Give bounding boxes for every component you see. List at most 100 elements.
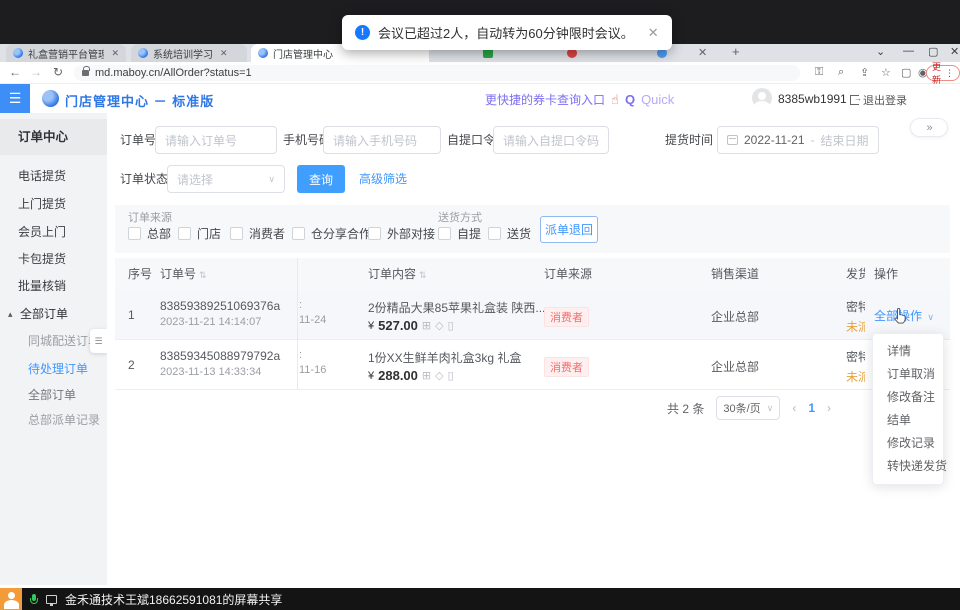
tab-close-icon[interactable]: ✕ <box>698 46 707 59</box>
notification-close-icon[interactable]: ✕ <box>648 25 659 41</box>
sidebar-item-door-pickup[interactable]: 上门提货 <box>0 191 107 218</box>
sidebar-collapse-handle[interactable]: ☰ <box>90 329 107 353</box>
logout-label: 退出登录 <box>863 92 907 108</box>
hamburger-menu-button[interactable]: ☰ <box>0 84 30 113</box>
menu-item-close-order[interactable]: 结单 <box>873 409 943 432</box>
window-minimize-icon[interactable]: — <box>903 45 914 57</box>
checkbox-icon[interactable] <box>488 227 501 240</box>
shipping-status-cell: 密特 未派 <box>846 348 865 385</box>
sidebar-item-card-pickup[interactable]: 卡包提货 <box>0 246 107 273</box>
pickup-time-range-input[interactable]: 2022-11-21 - 结束日期 <box>717 126 879 154</box>
pickup-code-input[interactable]: 请输入自提口令码 <box>493 126 609 154</box>
sidebar-item-pending-orders[interactable]: 待处理订单 <box>0 356 107 382</box>
checkbox-source-warehouse-share[interactable]: 仓分享合作 <box>292 225 371 242</box>
order-amount: 288.00 <box>378 368 418 383</box>
browser-tab-1[interactable]: 礼盒营销平台管理中心 ✕ <box>6 44 126 62</box>
menu-item-cancel-order[interactable]: 订单取消 <box>873 363 943 386</box>
checkbox-source-consumer[interactable]: 消费者 <box>230 225 285 242</box>
currency-symbol: ¥ <box>368 370 374 382</box>
tab-close-icon[interactable]: ✕ <box>111 48 119 59</box>
forward-icon[interactable]: → <box>30 65 42 79</box>
bookmark-star-icon[interactable]: ☆ <box>881 66 891 79</box>
menu-item-edit-remark[interactable]: 修改备注 <box>873 386 943 409</box>
window-close-icon[interactable]: ✕ <box>950 45 959 58</box>
hamburger-icon: ☰ <box>9 90 22 107</box>
zoom-icon[interactable]: ⌕ <box>838 66 844 79</box>
search-button-label: 查询 <box>309 171 333 188</box>
order-no-cell: 83859389251069376a 2023-11-21 14:14:07 <box>160 299 280 328</box>
sort-icon[interactable]: ⇅ <box>419 259 427 291</box>
window-maximize-icon[interactable]: ▢ <box>928 45 938 58</box>
gift-box-icon: ◇ <box>435 369 443 382</box>
coupon-query-link[interactable]: 更快捷的券卡查询入口 <box>485 91 605 108</box>
sidebar-item-all-orders[interactable]: 全部订单 <box>0 382 107 408</box>
chrome-update-button[interactable]: 更新 ⋮ <box>926 65 960 81</box>
url-text: md.maboy.cn/AllOrder?status=1 <box>95 67 252 79</box>
table-row[interactable]: 1 83859389251069376a 2023-11-21 14:14:07… <box>115 290 950 340</box>
browser-tab-2[interactable]: 系统培训学习 ✕ <box>131 44 247 62</box>
page-size-select[interactable]: 30条/页 ∨ <box>716 396 780 420</box>
prev-page-button[interactable]: ‹ <box>792 401 796 415</box>
meeting-notification: ! 会议已超过2人，自动转为60分钟限时会议。 ✕ <box>342 15 672 50</box>
dispatch-return-button[interactable]: 派单退回 <box>540 216 598 243</box>
grid-icon: ⊞ <box>422 319 431 332</box>
table-row[interactable]: 2 83859345088979792a 2023-11-13 14:33:34… <box>115 340 950 390</box>
more-menu-icon[interactable]: ⋮ <box>945 68 954 79</box>
address-bar[interactable]: md.maboy.cn/AllOrder?status=1 <box>74 65 800 81</box>
sidebar-item-phone-pickup[interactable]: 电话提货 <box>0 163 107 190</box>
checkbox-source-hq[interactable]: 总部 <box>128 225 171 242</box>
logout-button[interactable]: 退出登录 <box>850 92 907 108</box>
quick-label[interactable]: Quick <box>641 92 674 107</box>
next-page-button[interactable]: › <box>827 401 831 415</box>
dispatch-return-label: 派单退回 <box>545 221 593 238</box>
quick-search-icon[interactable]: Q <box>625 92 635 107</box>
sidebar-item-member-visit[interactable]: 会员上门 <box>0 219 107 246</box>
order-status-select[interactable]: 请选择 ∨ <box>167 165 285 193</box>
checkbox-source-store[interactable]: 门店 <box>178 225 221 242</box>
checkbox-icon[interactable] <box>178 227 191 240</box>
browser-toolbar: ← → ↻ md.maboy.cn/AllOrder?status=1 ⚿ ⌕ … <box>0 62 960 84</box>
user-avatar[interactable] <box>752 88 772 108</box>
sort-icon[interactable]: ⇅ <box>199 259 207 291</box>
checkbox-source-external[interactable]: 外部对接 <box>368 225 435 242</box>
chevron-down-icon: ∨ <box>927 312 934 322</box>
tab-close-icon[interactable]: ✕ <box>220 48 228 59</box>
sidebar-group-all-orders[interactable]: ▴ 全部订单 <box>0 301 107 328</box>
menu-item-express-ship[interactable]: 转快递发货 <box>873 455 943 478</box>
new-tab-button[interactable]: + <box>732 44 740 59</box>
col-shipping: 发货 <box>846 258 865 290</box>
password-key-icon[interactable]: ⚿ <box>815 66 823 79</box>
menu-item-details[interactable]: 详情 <box>873 340 943 363</box>
phone-input[interactable]: 请输入手机号码 <box>323 126 441 154</box>
site-favicon <box>138 48 148 58</box>
microphone-icon <box>30 594 38 605</box>
back-icon[interactable]: ← <box>9 65 21 79</box>
checkbox-icon[interactable] <box>128 227 141 240</box>
product-name: 2份精品大果85苹果礼盒装 陕西... <box>368 299 545 316</box>
checkbox-delivery-selfpickup[interactable]: 自提 <box>438 225 481 242</box>
reload-icon[interactable]: ↻ <box>53 65 63 79</box>
sidebar-item-batch-verify[interactable]: 批量核销 <box>0 273 107 300</box>
checkbox-label: 自提 <box>457 225 481 242</box>
checkbox-icon[interactable] <box>438 227 451 240</box>
checkbox-delivery-deliver[interactable]: 送货 <box>488 225 531 242</box>
order-no-input[interactable]: 请输入订单号 <box>155 126 277 154</box>
current-page[interactable]: 1 <box>808 401 815 415</box>
checkbox-icon[interactable] <box>292 227 305 240</box>
sales-channel-cell: 企业总部 <box>711 358 759 375</box>
sidebar: 订单中心 电话提货 上门提货 会员上门 卡包提货 批量核销 ▴ 全部订单 同城配… <box>0 113 107 585</box>
end-date-placeholder: 结束日期 <box>821 132 869 149</box>
share-icon[interactable]: ⇪ <box>860 66 869 79</box>
checkbox-icon[interactable] <box>368 227 381 240</box>
phone-icon: ▯ <box>448 319 454 332</box>
row-index: 1 <box>128 308 135 322</box>
collapse-filters-button[interactable]: » <box>910 118 948 137</box>
side-panel-icon[interactable]: ▢ <box>901 66 911 79</box>
window-menu-icon[interactable]: ⌄ <box>876 45 885 58</box>
checkbox-label: 总部 <box>147 225 171 242</box>
menu-item-edit-records[interactable]: 修改记录 <box>873 432 943 455</box>
sidebar-item-hq-dispatch-records[interactable]: 总部派单记录 <box>0 407 107 433</box>
search-button[interactable]: 查询 <box>297 165 345 193</box>
checkbox-icon[interactable] <box>230 227 243 240</box>
advanced-filter-link[interactable]: 高级筛选 <box>359 165 407 193</box>
